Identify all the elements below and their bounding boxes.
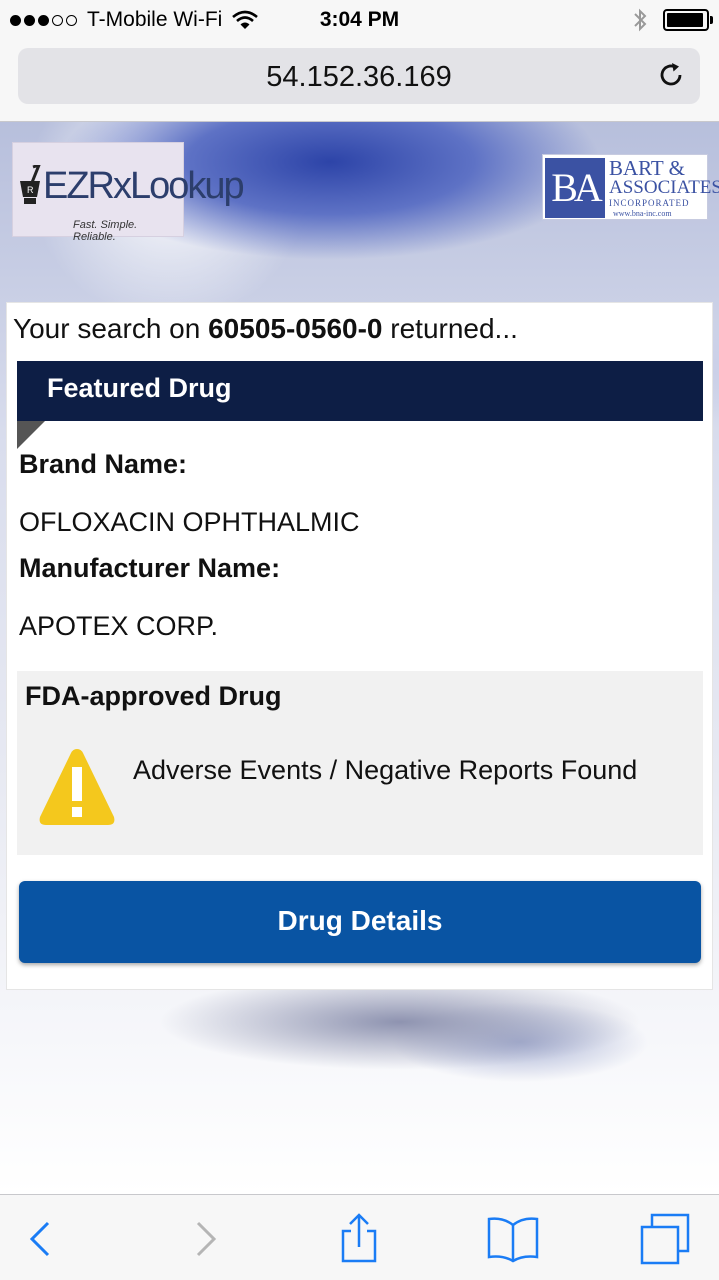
fda-status-box: FDA-approved Drug Adverse Events / Negat…: [17, 671, 703, 855]
ez-logo-tagline: Fast. Simple. Reliable.: [73, 219, 138, 243]
fda-status-title: FDA-approved Drug: [25, 681, 282, 711]
browser-toolbar: [0, 1194, 719, 1280]
ez-logo-text: EZRxLookup: [43, 165, 245, 207]
mortar-pestle-icon: R: [20, 165, 41, 204]
url-text[interactable]: 54.152.36.169: [18, 61, 700, 94]
ba-logo-line4: www.bna-inc.com: [613, 209, 672, 218]
clock: 3:04 PM: [319, 8, 400, 31]
drug-details-label: Drug Details: [277, 905, 443, 936]
manufacturer-name-label: Manufacturer Name:: [19, 553, 281, 583]
search-ndc: 60505-0560-0: [208, 313, 383, 344]
result-card: Your search on 60505-0560-0 returned... …: [6, 302, 713, 990]
ba-monogram: BA: [545, 158, 605, 218]
bookmarks-icon[interactable]: [487, 1213, 539, 1265]
forward-icon[interactable]: [178, 1213, 230, 1265]
status-right: [633, 8, 713, 32]
ba-logo-line3: INCORPORATED: [609, 198, 690, 208]
brand-name-label: Brand Name:: [19, 449, 188, 479]
drug-details-button[interactable]: Drug Details: [19, 881, 701, 963]
web-page: R EZRxLookup Fast. Simple. Reliable. BA …: [0, 122, 719, 1194]
brand-name-value: OFLOXACIN OPHTHALMIC: [19, 507, 360, 537]
svg-text:R: R: [27, 185, 34, 195]
warning-icon: [39, 749, 115, 825]
reload-icon[interactable]: [656, 60, 686, 90]
search-suffix: returned...: [390, 313, 518, 344]
url-field[interactable]: 54.152.36.169: [18, 48, 700, 104]
status-bar: T-Mobile Wi-Fi 3:04 PM: [0, 0, 719, 40]
bluetooth-icon: [634, 8, 647, 32]
adverse-events-warning: Adverse Events / Negative Reports Found: [133, 755, 638, 785]
ezrxlookup-logo[interactable]: R EZRxLookup Fast. Simple. Reliable.: [12, 142, 245, 243]
battery-icon: [663, 9, 713, 31]
search-prefix: Your search on: [13, 313, 201, 344]
battery-level: [667, 13, 703, 27]
manufacturer-name-value: APOTEX CORP.: [19, 611, 219, 641]
banner-fold: [17, 421, 45, 449]
ba-logo-line2: ASSOCIATES: [609, 177, 719, 198]
featured-heading: Featured Drug: [47, 373, 232, 403]
share-icon[interactable]: [333, 1213, 385, 1265]
bart-associates-logo[interactable]: BA BART & ASSOCIATES INCORPORATED www.bn…: [542, 154, 719, 220]
browser-address-bar: 54.152.36.169: [0, 40, 719, 122]
back-icon[interactable]: [16, 1213, 68, 1265]
search-summary: Your search on 60505-0560-0 returned...: [13, 313, 518, 345]
tabs-icon[interactable]: [640, 1213, 692, 1265]
featured-drug-banner: Featured Drug: [17, 361, 703, 421]
